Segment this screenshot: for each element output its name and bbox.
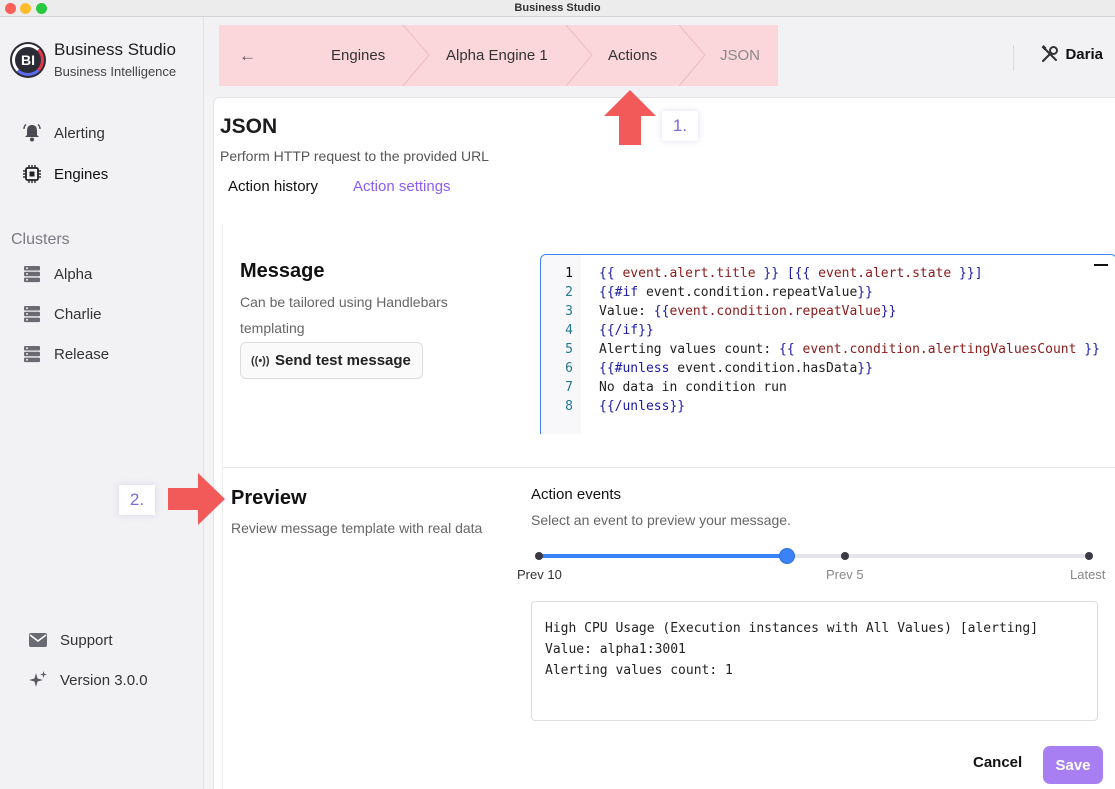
annotation-arrow-up-icon bbox=[604, 90, 656, 145]
sidebar-item-label: Release bbox=[54, 345, 110, 363]
sidebar-item-label: Engines bbox=[54, 165, 109, 183]
slider-label-prev10: Prev 10 bbox=[517, 567, 562, 582]
action-events-title: Action events bbox=[531, 486, 622, 503]
arrow-left-icon[interactable]: ← bbox=[239, 25, 256, 86]
brand-logo: BI bbox=[10, 41, 46, 78]
cancel-button[interactable]: Cancel bbox=[973, 754, 1022, 771]
preview-section-title: Preview bbox=[231, 487, 307, 509]
zoom-window-button[interactable] bbox=[36, 3, 47, 14]
bell-icon bbox=[21, 123, 43, 143]
sidebar-item-label: Charlie bbox=[54, 305, 102, 323]
slider-tick-latest[interactable] bbox=[1085, 552, 1093, 560]
sparkle-icon bbox=[27, 670, 49, 690]
event-slider-fill bbox=[539, 554, 787, 558]
server-icon bbox=[21, 304, 43, 324]
user-name: Daria bbox=[1065, 45, 1103, 63]
annotation-label-2: 2. bbox=[119, 485, 155, 515]
breadcrumb-item-actions[interactable]: Actions bbox=[608, 25, 657, 86]
message-section-description: Can be tailored using Handlebars templat… bbox=[240, 294, 448, 336]
code-line: 3 Value: {{event.condition.repeatValue}} bbox=[565, 304, 897, 319]
breadcrumb: ← Engines Alpha Engine 1 Actions JSON bbox=[219, 25, 778, 86]
minimize-window-button[interactable] bbox=[20, 3, 31, 14]
annotation-arrow-right-icon bbox=[168, 473, 225, 525]
code-line: 6 {{#unless event.condition.hasData}} bbox=[565, 361, 873, 376]
code-line: 7 No data in condition run bbox=[565, 380, 787, 395]
user-menu[interactable]: Daria bbox=[1041, 45, 1103, 63]
broadcast-icon: ((•)) bbox=[251, 354, 270, 367]
sidebar-item-label: Alpha bbox=[54, 265, 93, 283]
slider-tick-prev10[interactable] bbox=[535, 552, 543, 560]
message-preview-output: High CPU Usage (Execution instances with… bbox=[531, 601, 1098, 721]
slider-label-prev5: Prev 5 bbox=[826, 567, 864, 582]
section-divider bbox=[223, 467, 1115, 468]
preview-line: High CPU Usage (Execution instances with… bbox=[545, 621, 1039, 636]
code-line: 8 {{/unless}} bbox=[565, 399, 686, 414]
brand[interactable]: BI Business Studio Business Intelligence bbox=[10, 40, 176, 79]
tab-action-history[interactable]: Action history bbox=[228, 178, 318, 195]
tab-action-settings[interactable]: Action settings bbox=[353, 178, 451, 195]
breadcrumb-item-alpha-engine[interactable]: Alpha Engine 1 bbox=[446, 25, 548, 86]
code-line: 2 {{#if event.condition.repeatValue}} bbox=[565, 285, 873, 300]
topbar-divider bbox=[1013, 45, 1014, 71]
send-test-message-label: Send test message bbox=[275, 352, 411, 369]
clusters-section-label: Clusters bbox=[11, 231, 70, 248]
sidebar-item-release[interactable]: Release bbox=[21, 344, 109, 364]
sidebar-item-label: Support bbox=[60, 631, 113, 649]
save-button[interactable]: Save bbox=[1043, 746, 1103, 784]
preview-line: Value: alpha1:3001 bbox=[545, 642, 686, 657]
server-icon bbox=[21, 264, 43, 284]
template-code-editor[interactable]: 1{{ event.alert.title }} [{{ event.alert… bbox=[540, 254, 1115, 434]
brand-subtitle: Business Intelligence bbox=[54, 64, 177, 79]
chip-icon bbox=[21, 164, 43, 184]
page-title: JSON bbox=[220, 115, 278, 138]
annotation-label-1: 1. bbox=[662, 111, 698, 141]
message-section-title: Message bbox=[240, 260, 325, 282]
sidebar-item-alerting[interactable]: Alerting bbox=[21, 123, 105, 143]
settings-panel: Message Can be tailored using Handlebars… bbox=[222, 224, 1115, 789]
sidebar-item-alpha[interactable]: Alpha bbox=[21, 264, 92, 284]
top-bar: ← Engines Alpha Engine 1 Actions JSON Da… bbox=[204, 17, 1115, 97]
brand-title: Business Studio bbox=[54, 40, 176, 59]
sidebar-item-version[interactable]: Version 3.0.0 bbox=[27, 670, 148, 690]
send-test-message-button[interactable]: ((•)) Send test message bbox=[240, 342, 423, 379]
window-title: Business Studio bbox=[514, 2, 601, 14]
tools-icon bbox=[1041, 45, 1059, 63]
mail-icon bbox=[27, 630, 49, 650]
window-titlebar: Business Studio bbox=[0, 0, 1115, 17]
preview-line: Alerting values count: 1 bbox=[545, 663, 733, 678]
action-events-description: Select an event to preview your message. bbox=[531, 512, 791, 528]
sidebar-item-support[interactable]: Support bbox=[27, 630, 113, 650]
code-line: 1{{ event.alert.title }} [{{ event.alert… bbox=[565, 266, 983, 281]
event-slider-thumb[interactable] bbox=[778, 548, 795, 564]
main-content: JSON Perform HTTP request to the provide… bbox=[213, 97, 1115, 789]
code-line: 4 {{/if}} bbox=[565, 323, 654, 338]
page-description: Perform HTTP request to the provided URL bbox=[220, 148, 489, 164]
breadcrumb-item-json: JSON bbox=[720, 47, 761, 64]
editor-cursor bbox=[1094, 264, 1108, 266]
sidebar-item-label: Alerting bbox=[54, 124, 105, 142]
slider-tick-prev5[interactable] bbox=[841, 552, 849, 560]
slider-label-latest: Latest bbox=[1070, 567, 1106, 582]
sidebar: BI Business Studio Business Intelligence… bbox=[0, 17, 204, 789]
code-line: 5 Alerting values count: {{ event.conditi… bbox=[565, 342, 1100, 357]
breadcrumb-item-engines[interactable]: Engines bbox=[331, 25, 385, 86]
preview-section-description: Review message template with real data bbox=[231, 520, 483, 536]
sidebar-item-charlie[interactable]: Charlie bbox=[21, 304, 102, 324]
close-window-button[interactable] bbox=[5, 3, 16, 14]
sidebar-item-label: Version 3.0.0 bbox=[60, 671, 148, 689]
sidebar-item-engines[interactable]: Engines bbox=[21, 164, 108, 184]
server-icon bbox=[21, 344, 43, 364]
